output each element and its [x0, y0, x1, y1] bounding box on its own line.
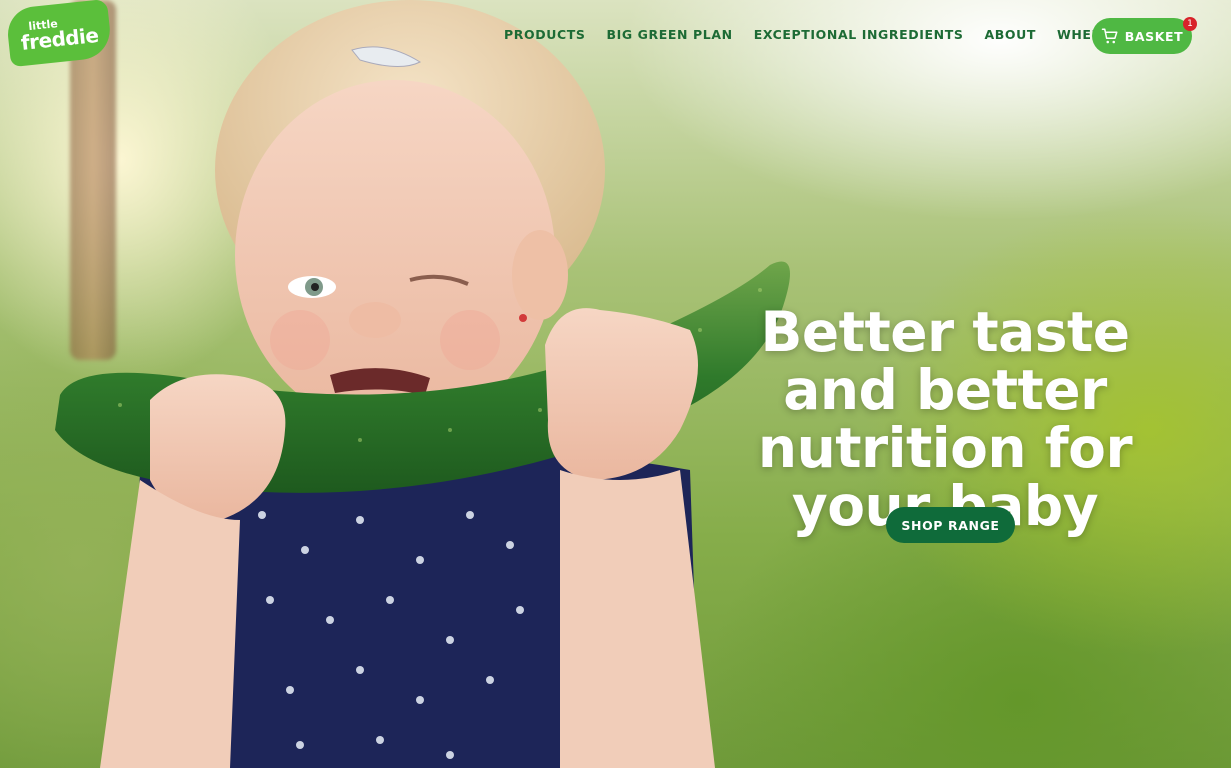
main-navigation: PRODUCTS BIG GREEN PLAN EXCEPTIONAL INGR… — [504, 27, 1172, 42]
nav-about[interactable]: ABOUT — [984, 27, 1036, 42]
hero-headline: Better taste and better nutrition for yo… — [757, 300, 1133, 538]
shop-range-button[interactable]: SHOP RANGE — [886, 507, 1015, 543]
nav-products[interactable]: PRODUCTS — [504, 27, 585, 42]
cart-icon — [1101, 28, 1118, 44]
basket-count-badge: 1 — [1183, 17, 1197, 31]
nav-big-green-plan[interactable]: BIG GREEN PLAN — [606, 27, 732, 42]
nav-exceptional-ingredients[interactable]: EXCEPTIONAL INGREDIENTS — [754, 27, 964, 42]
basket-label: BASKET — [1124, 28, 1184, 44]
basket-button[interactable]: BASKET — [1092, 18, 1192, 54]
